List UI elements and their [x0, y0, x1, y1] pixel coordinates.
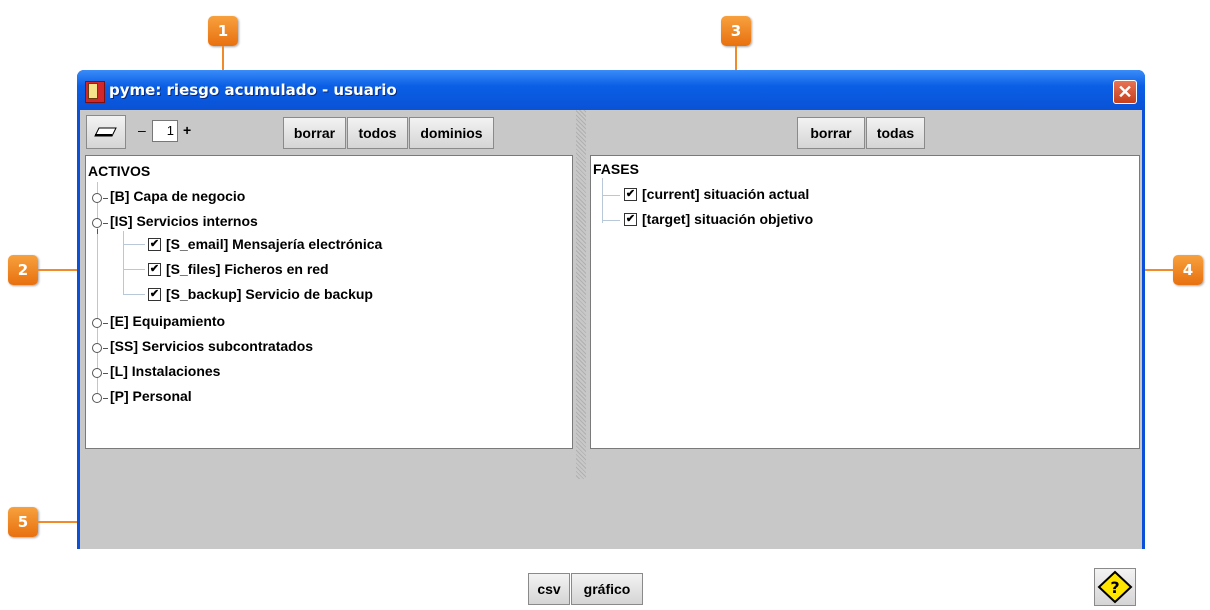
- level-decrease-button[interactable]: –: [138, 122, 146, 138]
- expand-icon[interactable]: [92, 393, 108, 403]
- todos-button[interactable]: todos: [347, 117, 408, 149]
- split-pane-divider[interactable]: [576, 110, 586, 479]
- checkbox-s-email[interactable]: ✔: [148, 238, 161, 251]
- tree-item-S-email[interactable]: [S_email] Mensajería electrónica: [166, 236, 382, 252]
- checkbox-s-backup[interactable]: ✔: [148, 288, 161, 301]
- callout-2: 2: [8, 255, 38, 285]
- close-icon[interactable]: ✕: [1113, 80, 1137, 104]
- tree-item-P[interactable]: [P] Personal: [110, 388, 192, 404]
- tree-item-S-backup[interactable]: [S_backup] Servicio de backup: [166, 286, 373, 302]
- window-title: pyme: riesgo acumulado - usuario: [109, 81, 397, 99]
- borrar-fases-button[interactable]: borrar: [797, 117, 865, 149]
- eraser-button[interactable]: [86, 115, 126, 149]
- checkbox-target[interactable]: ✔: [624, 213, 637, 226]
- collapse-icon[interactable]: [92, 218, 108, 234]
- app-window: pyme: riesgo acumulado - usuario ✕ – 1 +…: [77, 70, 1145, 606]
- tree-item-SS[interactable]: [SS] Servicios subcontratados: [110, 338, 313, 354]
- svg-text:?: ?: [1110, 578, 1119, 597]
- expand-icon[interactable]: [92, 193, 108, 203]
- expand-icon[interactable]: [92, 368, 108, 378]
- app-logo-icon: [85, 81, 105, 103]
- fases-tree-panel: FASES ✔ [current] situación actual ✔ [ta…: [590, 155, 1140, 449]
- tree-item-L[interactable]: [L] Instalaciones: [110, 363, 220, 379]
- help-icon: ?: [1097, 570, 1133, 604]
- dominios-button[interactable]: dominios: [409, 117, 494, 149]
- tree-item-IS[interactable]: [IS] Servicios internos: [110, 213, 258, 229]
- expand-icon[interactable]: [92, 318, 108, 328]
- tree-item-S-files[interactable]: [S_files] Ficheros en red: [166, 261, 329, 277]
- tree-item-B[interactable]: [B] Capa de negocio: [110, 188, 245, 204]
- activos-tree-panel: ACTIVOS [B] Capa de negocio [IS] Servici…: [85, 155, 573, 449]
- callout-4: 4: [1173, 255, 1203, 285]
- eraser-icon: [94, 127, 117, 137]
- window-client-area: – 1 + borrar todos dominios borrar todas…: [80, 110, 1142, 606]
- tree-item-target[interactable]: [target] situación objetivo: [642, 211, 813, 227]
- checkbox-s-files[interactable]: ✔: [148, 263, 161, 276]
- csv-button[interactable]: csv: [528, 573, 570, 605]
- checkbox-current[interactable]: ✔: [624, 188, 637, 201]
- level-increase-button[interactable]: +: [183, 122, 191, 138]
- tree-item-current[interactable]: [current] situación actual: [642, 186, 809, 202]
- activos-root-label: ACTIVOS: [88, 163, 151, 179]
- expand-icon[interactable]: [92, 343, 108, 353]
- title-bar: pyme: riesgo acumulado - usuario ✕: [77, 70, 1145, 110]
- level-input[interactable]: 1: [152, 120, 178, 142]
- tree-item-E[interactable]: [E] Equipamiento: [110, 313, 225, 329]
- todas-button[interactable]: todas: [866, 117, 925, 149]
- grafico-button[interactable]: gráfico: [571, 573, 643, 605]
- callout-3: 3: [721, 16, 751, 46]
- borrar-activos-button[interactable]: borrar: [283, 117, 346, 149]
- callout-5: 5: [8, 507, 38, 537]
- help-button[interactable]: ?: [1094, 568, 1136, 606]
- callout-1: 1: [208, 16, 238, 46]
- fases-root-label: FASES: [593, 161, 639, 177]
